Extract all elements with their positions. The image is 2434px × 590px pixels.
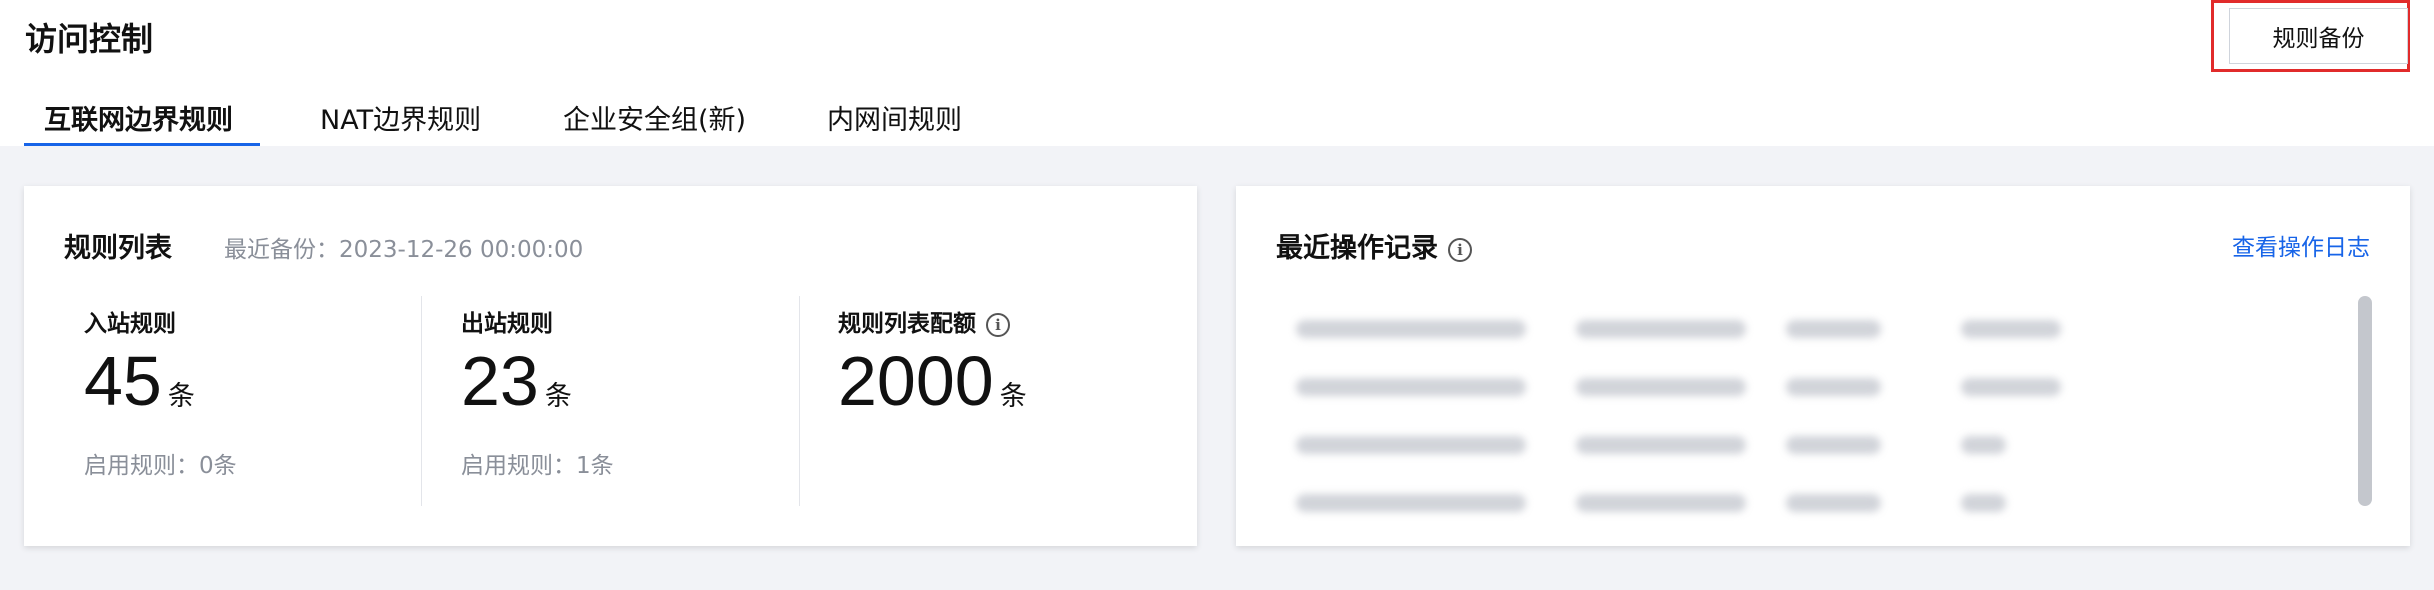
- blurred-text: [1786, 378, 1881, 396]
- stat-number: 2000: [838, 342, 994, 420]
- blurred-text: [1961, 494, 2006, 512]
- stat-unit: 条: [999, 381, 1027, 412]
- blurred-text: [1961, 320, 2061, 338]
- top-header: 访问控制 规则备份 互联网边界规则 NAT边界规则 企业安全组(新) 内网间规则: [0, 0, 2434, 147]
- stat-number: 23: [461, 342, 539, 420]
- blurred-text: [1296, 378, 1526, 396]
- stat-enabled-rules: 启用规则：1条: [461, 453, 614, 479]
- tab-enterprise-security-group[interactable]: 企业安全组(新): [563, 98, 746, 137]
- info-icon[interactable]: i: [1448, 237, 1472, 262]
- rule-list-card: 规则列表 最近备份：2023-12-26 00:00:00 入站规则 45 条 启…: [24, 186, 1197, 546]
- blurred-text: [1296, 436, 1526, 454]
- list-item: [1296, 426, 2356, 484]
- recent-operations-title-text: 最近操作记录: [1276, 233, 1438, 264]
- blurred-text: [1296, 494, 1526, 512]
- page-title: 访问控制: [25, 20, 154, 58]
- stat-value: 2000 条: [838, 346, 1027, 416]
- stat-label: 规则列表配额 i: [838, 304, 1010, 338]
- stat-unit: 条: [167, 381, 195, 412]
- blurred-text: [1576, 494, 1746, 512]
- stat-label: 入站规则: [84, 311, 176, 337]
- stat-label: 出站规则: [461, 311, 553, 337]
- tab-intranet-rules[interactable]: 内网间规则: [827, 98, 962, 137]
- recent-operations-title: 最近操作记录 i: [1276, 226, 1472, 265]
- rule-backup-button[interactable]: 规则备份: [2229, 8, 2408, 64]
- stat-number: 45: [84, 342, 162, 420]
- tab-internet-boundary-rules[interactable]: 互联网边界规则: [44, 98, 233, 137]
- recent-operations-card: 最近操作记录 i 查看操作日志: [1236, 186, 2410, 546]
- stat-unit: 条: [544, 381, 572, 412]
- tab-bar: 互联网边界规则 NAT边界规则 企业安全组(新) 内网间规则: [0, 92, 2434, 147]
- blurred-text: [1786, 494, 1881, 512]
- stat-value: 45 条: [84, 346, 195, 416]
- blurred-text: [1961, 378, 2061, 396]
- blurred-text: [1576, 436, 1746, 454]
- list-item: [1296, 368, 2356, 426]
- info-icon[interactable]: i: [986, 312, 1010, 337]
- stat-value: 23 条: [461, 346, 572, 416]
- list-item: [1296, 484, 2356, 542]
- scrollbar[interactable]: [2358, 296, 2372, 506]
- blurred-text: [1576, 320, 1746, 338]
- blurred-text: [1576, 378, 1746, 396]
- operation-log-list: [1296, 310, 2356, 542]
- blurred-text: [1961, 436, 2006, 454]
- stat-enabled-rules: 启用规则：0条: [84, 453, 237, 479]
- outbound-rules-stat: 出站规则 23 条 启用规则：1条: [461, 296, 791, 506]
- last-backup-time: 最近备份：2023-12-26 00:00:00: [224, 237, 584, 263]
- stat-label-text: 规则列表配额: [838, 311, 976, 337]
- blurred-text: [1786, 436, 1881, 454]
- blurred-text: [1296, 320, 1526, 338]
- inbound-rules-stat: 入站规则 45 条 启用规则：0条: [84, 296, 414, 506]
- rule-quota-stat: 规则列表配额 i 2000 条: [838, 296, 1168, 506]
- rule-list-title: 规则列表: [64, 233, 172, 264]
- tab-nat-boundary-rules[interactable]: NAT边界规则: [320, 98, 481, 137]
- divider: [799, 296, 800, 506]
- list-item: [1296, 310, 2356, 368]
- view-operation-log-link[interactable]: 查看操作日志: [2232, 228, 2370, 262]
- blurred-text: [1786, 320, 1881, 338]
- divider: [421, 296, 422, 506]
